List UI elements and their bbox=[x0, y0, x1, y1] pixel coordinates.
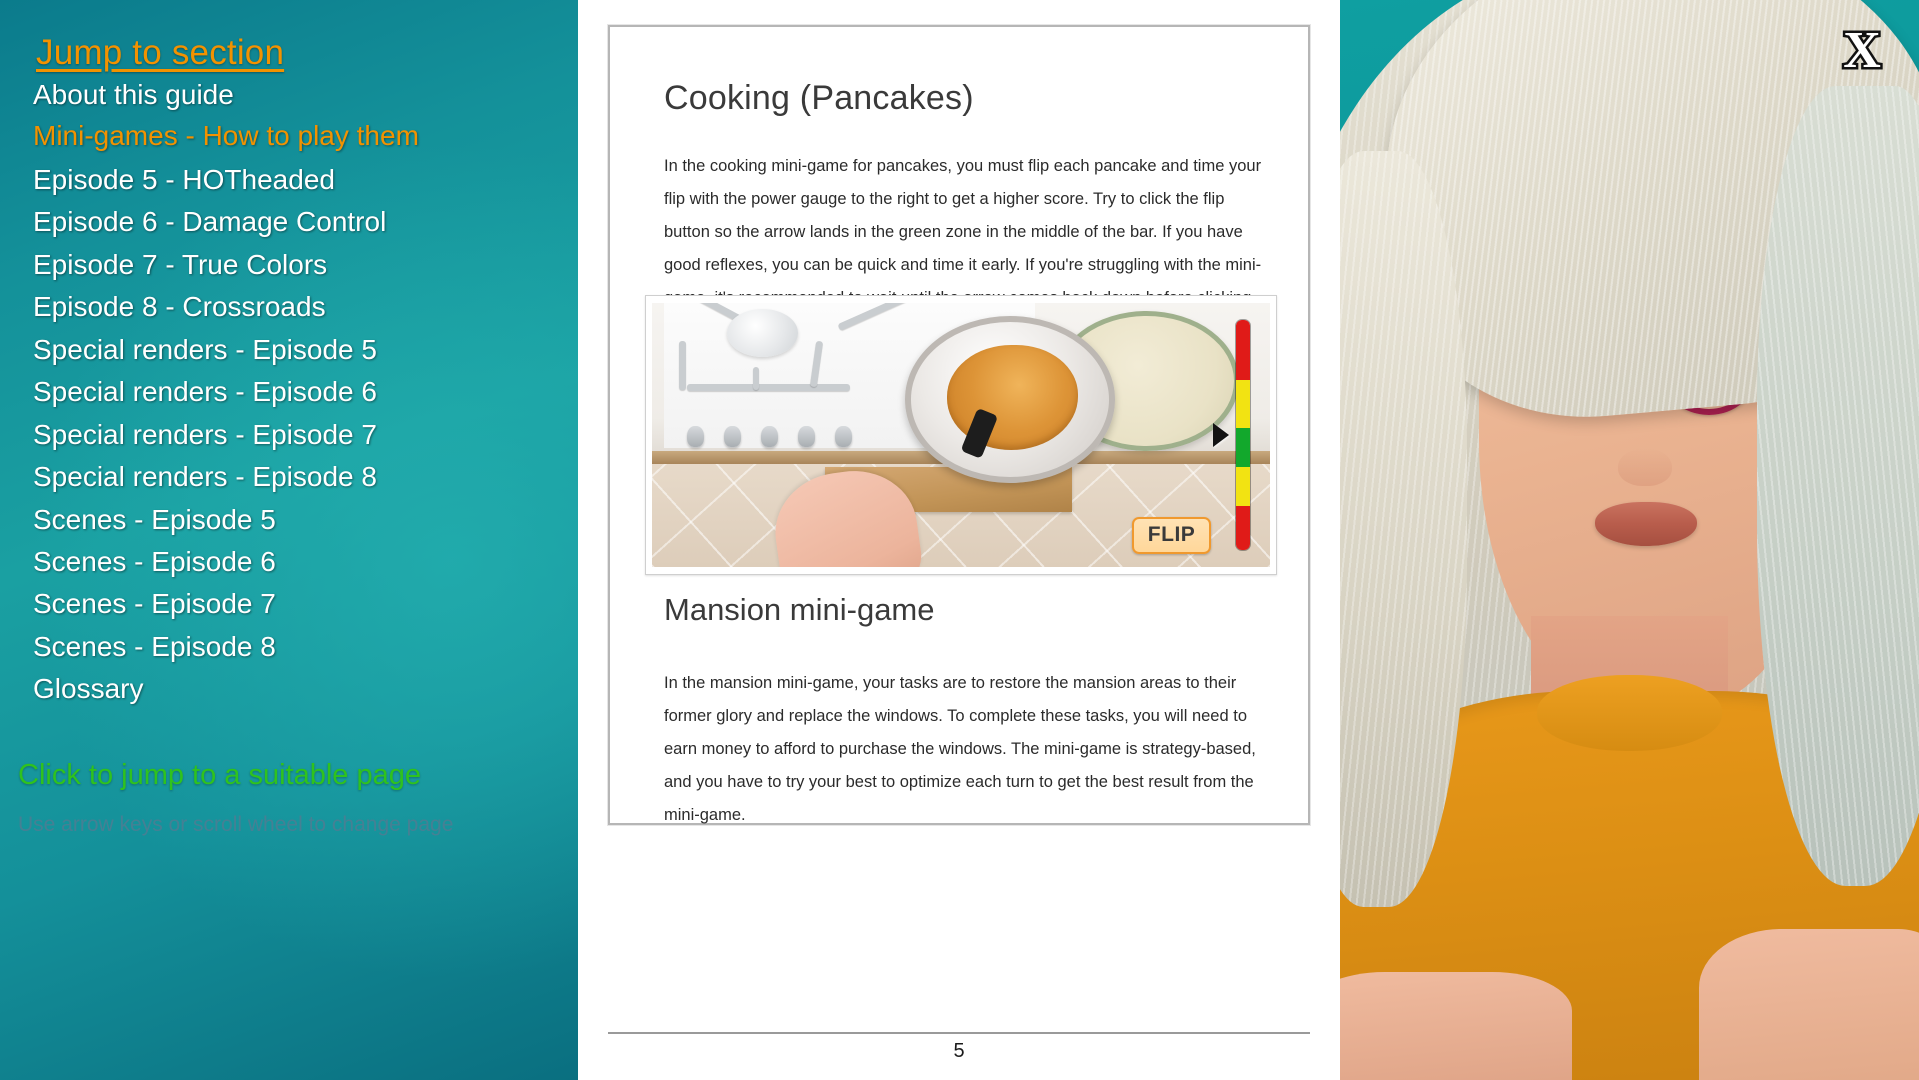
sidebar-item-special-renders-episode-5[interactable]: Special renders - Episode 5 bbox=[33, 335, 377, 365]
sidebar-item-mini-games-how-to-play-them[interactable]: Mini-games - How to play them bbox=[33, 121, 419, 151]
burner-grate bbox=[837, 303, 922, 331]
jump-to-section-sidebar: Jump to section About this guide Mini-gam… bbox=[0, 0, 578, 1080]
flip-button[interactable]: FLIP bbox=[1131, 516, 1212, 554]
sidebar-item-special-renders-episode-8[interactable]: Special renders - Episode 8 bbox=[33, 462, 377, 492]
sidebar-item-scenes-episode-6[interactable]: Scenes - Episode 6 bbox=[33, 547, 276, 577]
stove-knob bbox=[760, 426, 778, 448]
page-number: 5 bbox=[608, 1032, 1310, 1063]
gauge-segment-2 bbox=[1235, 428, 1250, 468]
page-title: Cooking (Pancakes) bbox=[664, 79, 974, 117]
burner-grate bbox=[753, 366, 760, 391]
hair-right-side bbox=[1756, 86, 1919, 886]
sidebar-item-special-renders-episode-6[interactable]: Special renders - Episode 6 bbox=[33, 377, 377, 407]
arm-right bbox=[1698, 928, 1919, 1080]
frying-pan bbox=[905, 316, 1116, 483]
section-heading-mansion: Mansion mini-game bbox=[664, 592, 935, 627]
burner-grate bbox=[809, 340, 823, 388]
sidebar-item-scenes-episode-8[interactable]: Scenes - Episode 8 bbox=[33, 632, 276, 662]
lips bbox=[1594, 502, 1697, 547]
guide-page: Cooking (Pancakes) In the cooking mini-g… bbox=[608, 25, 1310, 825]
stove-knob bbox=[834, 426, 852, 448]
document-pane: Cooking (Pancakes) In the cooking mini-g… bbox=[578, 0, 1340, 1080]
stove-knob bbox=[723, 426, 741, 448]
sidebar-item-episode-7-true-colors[interactable]: Episode 7 - True Colors bbox=[33, 250, 327, 280]
stove-knob bbox=[797, 426, 815, 448]
burner-grate bbox=[686, 384, 850, 392]
sidebar-keyboard-hint: Use arrow keys or scroll wheel to change… bbox=[18, 813, 454, 836]
sidebar-item-about-this-guide[interactable]: About this guide bbox=[33, 80, 234, 110]
guide-window: Jump to section About this guide Mini-gam… bbox=[0, 0, 1919, 1080]
gauge-segment-0 bbox=[1235, 319, 1250, 380]
sidebar-item-episode-8-crossroads[interactable]: Episode 8 - Crossroads bbox=[33, 292, 326, 322]
sidebar-item-scenes-episode-7[interactable]: Scenes - Episode 7 bbox=[33, 589, 276, 619]
burner-grate bbox=[679, 340, 687, 391]
gauge-segment-4 bbox=[1235, 506, 1250, 551]
power-gauge bbox=[1234, 318, 1251, 552]
sidebar-item-glossary[interactable]: Glossary bbox=[33, 674, 143, 704]
sidebar-item-episode-6-damage-control[interactable]: Episode 6 - Damage Control bbox=[33, 207, 386, 237]
arm-left bbox=[1340, 972, 1572, 1080]
gauge-segment-1 bbox=[1235, 379, 1250, 429]
sidebar-title: Jump to section bbox=[36, 33, 285, 72]
minigame-screenshot: FLIP bbox=[645, 295, 1277, 575]
burner-cap bbox=[727, 308, 798, 357]
sidebar-item-episode-5-hotheaded[interactable]: Episode 5 - HOTheaded bbox=[33, 165, 335, 195]
sidebar-item-scenes-episode-5[interactable]: Scenes - Episode 5 bbox=[33, 505, 276, 535]
character-art-panel: X bbox=[1340, 0, 1919, 1080]
mansion-paragraph: In the mansion mini-game, your tasks are… bbox=[664, 674, 1256, 824]
top-collar bbox=[1536, 675, 1723, 751]
stove-knob bbox=[686, 426, 704, 448]
minigame-scene: FLIP bbox=[652, 303, 1270, 567]
power-arrow-icon bbox=[1213, 423, 1230, 448]
sidebar-cta-text: Click to jump to a suitable page bbox=[18, 759, 421, 791]
close-icon[interactable]: X bbox=[1831, 22, 1893, 80]
gauge-segment-3 bbox=[1235, 467, 1250, 507]
nose bbox=[1617, 448, 1672, 487]
sidebar-item-special-renders-episode-7[interactable]: Special renders - Episode 7 bbox=[33, 420, 377, 450]
